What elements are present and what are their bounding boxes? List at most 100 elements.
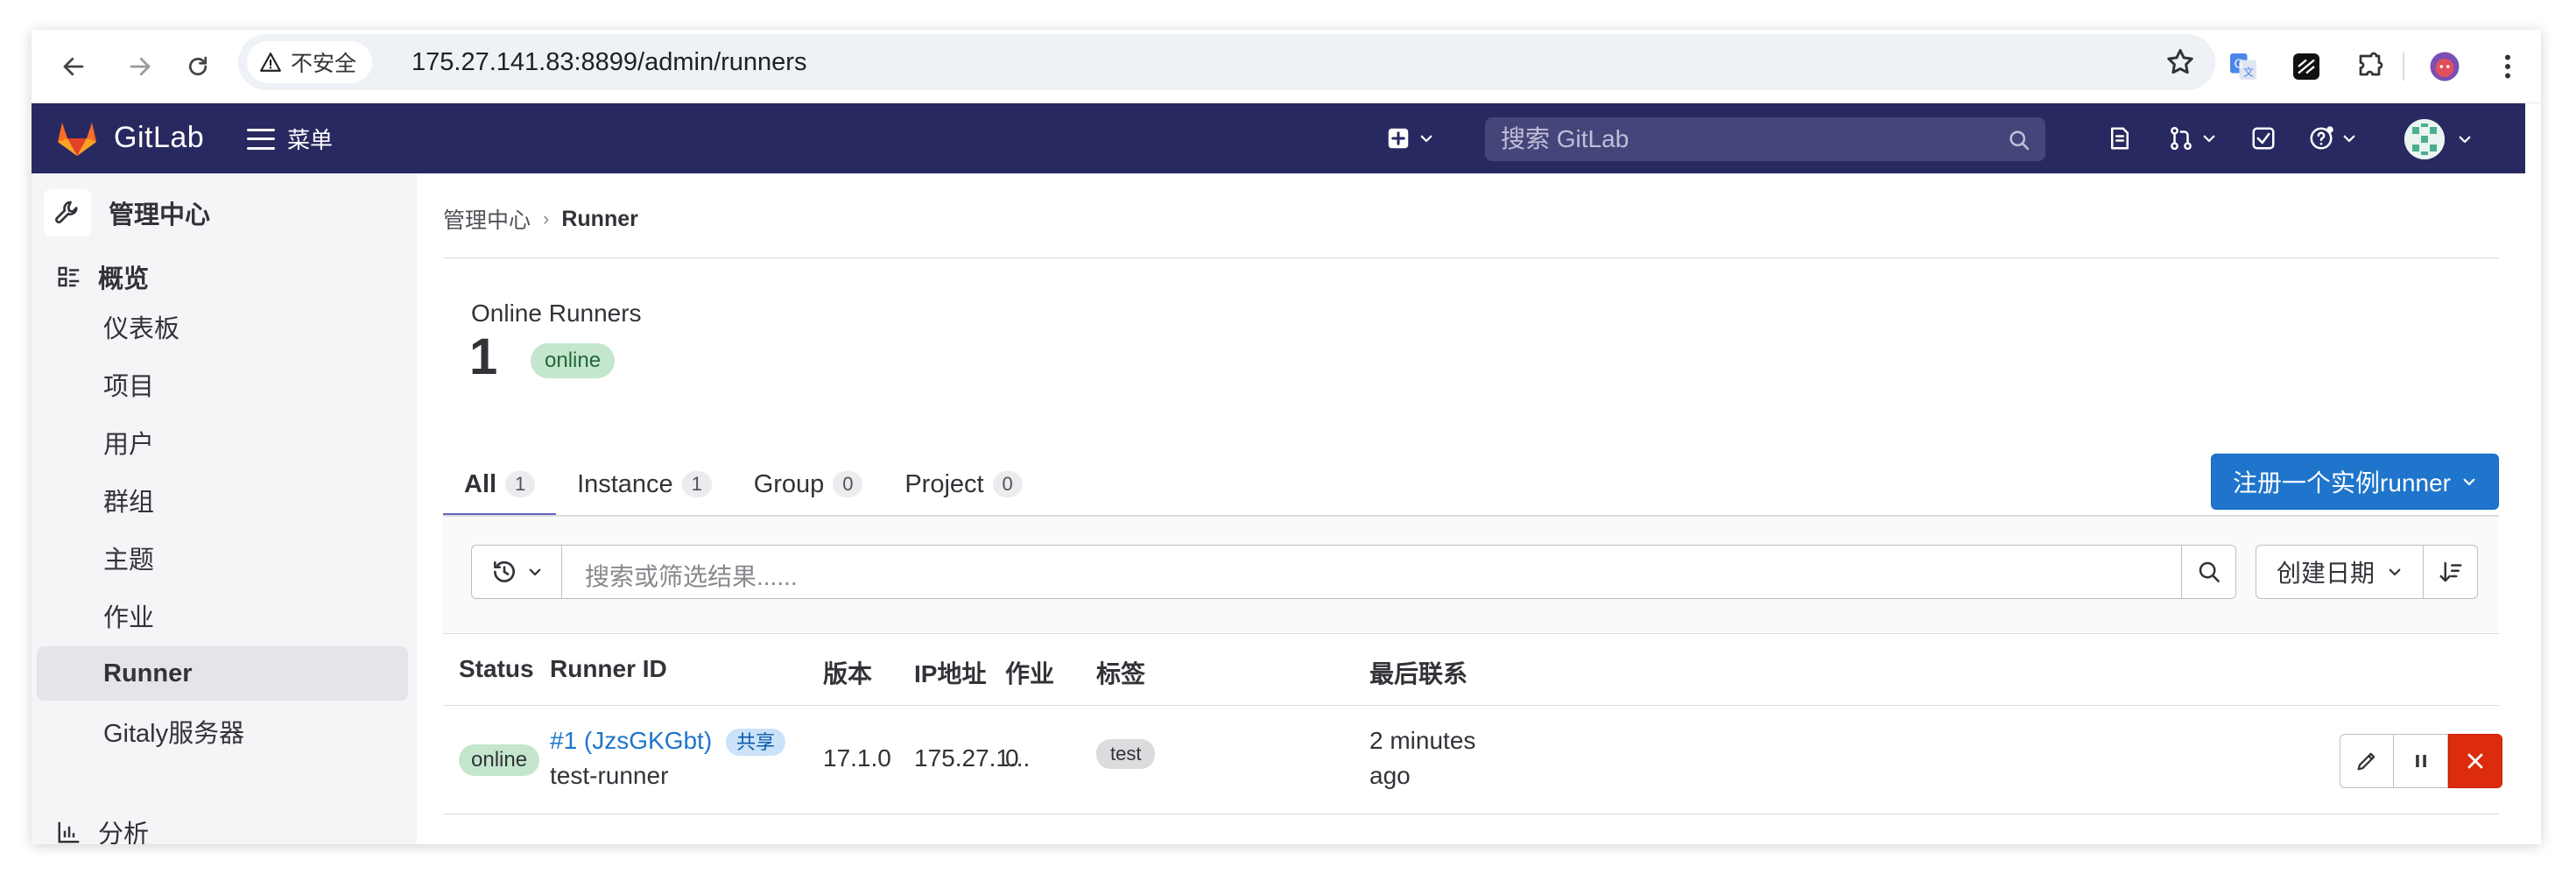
online-runners-count: 1 [469, 328, 498, 385]
runner-type-tabs: All 1 Instance 1 Group 0 Project 0 [443, 454, 1044, 517]
sort-direction-button[interactable] [2424, 545, 2478, 599]
last-contact-line1: 2 minutes [1369, 727, 1476, 754]
kebab-menu-icon [2505, 54, 2510, 79]
profile-avatar[interactable] [2427, 49, 2462, 84]
table-row: online #1 (JzsGKGbt) 共享 test-runner 17.1… [443, 706, 2502, 814]
chevron-down-icon [2389, 568, 2401, 576]
sidebar-item-jobs[interactable]: 作业 [37, 589, 408, 643]
tab-all[interactable]: All 1 [443, 454, 557, 517]
tab-group[interactable]: Group 0 [733, 454, 884, 515]
merge-requests-button[interactable] [2168, 123, 2217, 154]
pause-icon [2415, 755, 2426, 767]
column-header: IP地址 [914, 660, 987, 687]
sort-by-dropdown[interactable]: 创建日期 [2256, 545, 2424, 599]
profile-icon [2430, 52, 2460, 81]
puzzle-icon [2359, 52, 2383, 76]
admin-icon-box [44, 189, 91, 236]
overview-icon [58, 266, 80, 287]
column-header: 作业 [1005, 660, 1055, 687]
main-menu-button[interactable]: 菜单 [247, 123, 333, 155]
filter-search-button[interactable] [2182, 545, 2236, 599]
divider [443, 257, 2499, 258]
sidebar-item-topics[interactable]: 主题 [37, 531, 408, 585]
online-runners-title: Online Runners [471, 300, 642, 327]
sidebar-item-users[interactable]: 用户 [37, 415, 408, 469]
merge-request-icon [2171, 126, 2192, 151]
runner-id-link[interactable]: #1 (JzsGKGbt) [550, 727, 712, 754]
identicon-icon [2404, 119, 2445, 159]
new-dropdown[interactable] [1385, 123, 1434, 154]
column-header: Status [459, 655, 534, 682]
help-icon [2310, 126, 2333, 150]
user-avatar[interactable] [2404, 119, 2445, 159]
sidebar-item-runner[interactable]: Runner [37, 646, 408, 701]
extensions-button[interactable] [2354, 49, 2389, 84]
svg-text:文: 文 [2243, 66, 2254, 79]
column-header: 最后联系 [1369, 660, 1468, 687]
sidebar-section-analytics[interactable]: 分析 [56, 813, 149, 844]
sidebar-item-dashboard[interactable]: 仪表板 [37, 300, 408, 354]
chevron-down-icon [2343, 135, 2355, 143]
chevron-down-icon [1420, 135, 1432, 143]
sidebar-item-gitaly[interactable]: Gitaly服务器 [37, 704, 408, 758]
security-label: 不安全 [291, 52, 357, 76]
translate-icon: G文 [2230, 53, 2256, 80]
back-button[interactable] [53, 46, 95, 88]
breadcrumb-parent[interactable]: 管理中心 [443, 203, 531, 235]
gitlab-brand[interactable]: GitLab [114, 121, 204, 155]
register-runner-button[interactable]: 注册一个实例runner [2211, 454, 2499, 510]
delete-runner-button[interactable] [2448, 734, 2502, 788]
runner-tag: test [1096, 739, 1156, 769]
admin-sidebar: 管理中心 概览 仪表板 项目 用户 群组 主题 作业 Runner Gitaly… [32, 173, 417, 844]
runner-version: 17.1.0 [823, 744, 891, 772]
sidebar-title: 管理中心 [109, 201, 211, 229]
todos-button[interactable] [2250, 123, 2277, 154]
issues-button[interactable] [2107, 123, 2133, 154]
tab-count: 1 [681, 471, 712, 497]
arrow-right-icon [130, 57, 151, 76]
bookmark-star-icon[interactable] [2164, 46, 2196, 78]
sidebar-item-groups[interactable]: 群组 [37, 473, 408, 527]
forward-button[interactable] [119, 46, 161, 88]
filter-search-input[interactable]: 搜索或筛选结果...... [562, 545, 2182, 599]
gitlab-logo-icon[interactable] [56, 119, 98, 158]
pencil-icon [2357, 752, 2375, 771]
runner-description: test-runner [550, 762, 669, 789]
security-chip[interactable]: 不安全 [247, 41, 373, 83]
breadcrumb-current: Runner [561, 206, 638, 231]
dark-extension[interactable] [2289, 49, 2324, 84]
tab-project[interactable]: Project 0 [883, 454, 1043, 515]
chevron-down-icon[interactable] [2457, 131, 2473, 147]
register-runner-label: 注册一个实例runner [2233, 469, 2451, 497]
table-header: Status Runner ID 版本 IP地址 作业 标签 最后联系 [443, 634, 2499, 706]
wrench-icon [55, 201, 78, 224]
pause-runner-button[interactable] [2394, 734, 2448, 788]
tab-instance[interactable]: Instance 1 [556, 454, 733, 515]
help-button[interactable] [2308, 123, 2357, 154]
tab-label: Project [904, 469, 984, 498]
search-input[interactable] [1501, 123, 1991, 156]
breadcrumb: 管理中心 › Runner [443, 203, 638, 235]
sidebar-section-overview[interactable]: 概览 [56, 256, 149, 298]
url-text[interactable]: 175.27.141.83:8899/admin/runners [412, 48, 806, 77]
issues-icon [2111, 127, 2129, 150]
browser-window: 不安全 175.27.141.83:8899/admin/runners G文 … [32, 30, 2541, 844]
recent-searches-button[interactable] [471, 545, 562, 599]
sort-lowest-icon [2439, 561, 2461, 582]
global-search[interactable] [1485, 117, 2045, 161]
tab-count: 0 [833, 471, 863, 497]
sidebar-item-projects[interactable]: 项目 [37, 357, 408, 412]
online-status-badge: online [531, 343, 616, 378]
runner-status-badge: online [459, 744, 540, 776]
gitlab-header: GitLab 菜单 [32, 103, 2525, 173]
reload-button[interactable] [177, 46, 219, 88]
search-icon [2009, 130, 2030, 151]
browser-menu-button[interactable] [2490, 49, 2525, 84]
edit-runner-button[interactable] [2340, 734, 2394, 788]
address-bar[interactable]: 不安全 175.27.141.83:8899/admin/runners [238, 34, 2215, 90]
sidebar-header[interactable]: 管理中心 [44, 187, 210, 238]
close-icon [2467, 753, 2483, 769]
column-header: 标签 [1096, 660, 1146, 687]
translate-extension[interactable]: G文 [2226, 49, 2261, 84]
column-header: 版本 [823, 660, 873, 687]
